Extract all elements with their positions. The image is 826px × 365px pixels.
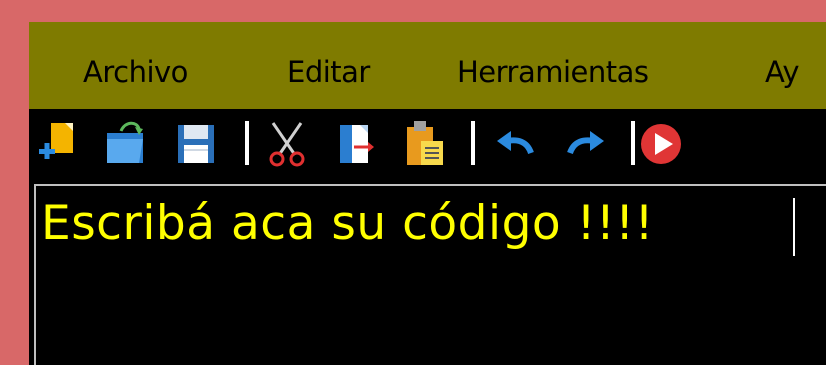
undo-icon[interactable] (493, 119, 537, 169)
menu-herramientas[interactable]: Herramientas (457, 55, 649, 89)
paste-icon[interactable] (403, 119, 447, 169)
toolbar-separator (631, 121, 635, 165)
open-folder-icon[interactable] (103, 119, 147, 169)
menu-ayuda[interactable]: Ay (765, 55, 800, 89)
menu-editar[interactable]: Editar (287, 55, 370, 89)
copy-icon[interactable] (334, 119, 378, 169)
menu-archivo[interactable]: Archivo (83, 55, 188, 89)
text-caret (793, 198, 795, 256)
save-icon[interactable] (174, 119, 218, 169)
toolbar (29, 109, 826, 181)
menu-bar: Archivo Editar Herramientas Ay (29, 22, 826, 109)
app-window: Archivo Editar Herramientas Ay Escribá a… (29, 22, 826, 365)
toolbar-separator (471, 121, 475, 165)
cut-icon[interactable] (265, 119, 309, 169)
new-file-icon[interactable] (37, 119, 81, 169)
toolbar-separator (245, 121, 249, 165)
redo-icon[interactable] (564, 119, 608, 169)
run-icon[interactable] (639, 119, 683, 169)
code-editor[interactable]: Escribá aca su código !!!! (34, 184, 826, 365)
editor-text: Escribá aca su código !!!! (41, 196, 654, 251)
